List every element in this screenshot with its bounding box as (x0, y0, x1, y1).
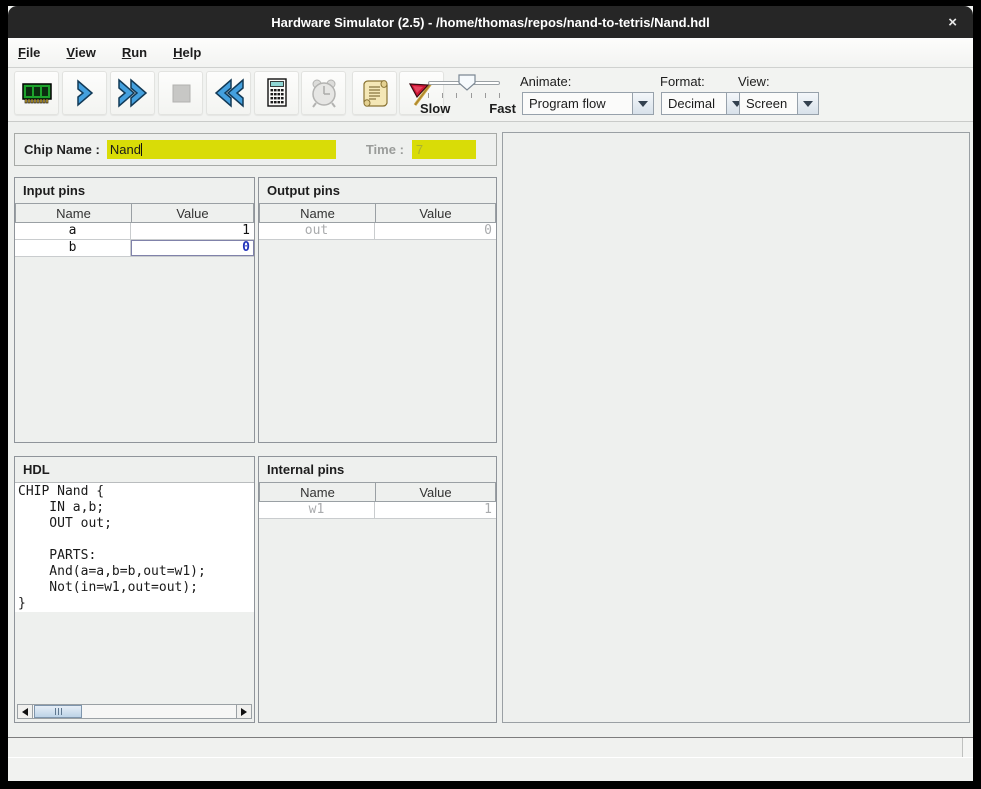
hdl-horizontal-scrollbar[interactable] (17, 704, 252, 719)
input-pins-header: Name Value (15, 203, 254, 223)
input-pins-panel: Input pins Name Value a 1 b 0 (14, 177, 255, 443)
screen-panel (502, 132, 970, 723)
column-header-value: Value (375, 482, 496, 502)
app-window: Hardware Simulator (2.5) - /home/thomas/… (8, 6, 973, 781)
chevron-down-icon (638, 101, 648, 107)
internal-pins-header: Name Value (259, 482, 496, 502)
internal-pins-panel: Internal pins Name Value w1 1 (258, 456, 497, 723)
column-header-name: Name (259, 203, 375, 223)
reset-button[interactable] (206, 71, 251, 115)
calculator-icon (260, 76, 294, 110)
column-header-value: Value (375, 203, 496, 223)
status-bar-grip (962, 738, 973, 757)
chip-name-input[interactable]: Nand (107, 140, 336, 159)
table-row: out 0 (259, 223, 496, 240)
output-pins-title: Output pins (259, 178, 496, 203)
format-value: Decimal (662, 93, 726, 114)
column-header-name: Name (15, 203, 131, 223)
double-chevron-right-icon (115, 77, 151, 109)
menu-bar: File View Run Help (8, 38, 973, 68)
single-step-button[interactable] (62, 71, 107, 115)
column-header-value: Value (131, 203, 254, 223)
time-label: Time : (366, 142, 404, 157)
chevron-down-icon (803, 101, 813, 107)
run-button[interactable] (110, 71, 155, 115)
status-bar (8, 737, 973, 758)
memory-chip-icon (20, 76, 54, 110)
format-label: Format: (660, 74, 705, 89)
menu-item-view[interactable]: View (66, 45, 95, 60)
double-chevron-left-icon (211, 77, 247, 109)
view-label: View: (738, 74, 770, 89)
eval-button[interactable] (254, 71, 299, 115)
speed-slider: Slow Fast (420, 72, 516, 118)
table-row: b 0 (15, 240, 254, 257)
hdl-title: HDL (15, 457, 254, 482)
triangle-left-icon (22, 708, 28, 716)
menu-item-run[interactable]: Run (122, 45, 147, 60)
view-select[interactable]: Screen (739, 92, 819, 115)
pin-value: 1 (375, 502, 496, 519)
scroll-right-button[interactable] (236, 705, 251, 718)
pin-name: a (15, 223, 131, 240)
input-pins-title: Input pins (15, 178, 254, 203)
clock-button[interactable] (301, 71, 346, 115)
column-header-name: Name (259, 482, 375, 502)
pin-value-editing[interactable]: 0 (131, 240, 254, 257)
toolbar: Slow Fast Animate: Program flow Format: … (8, 68, 973, 122)
hdl-panel: HDL CHIP Nand { IN a,b; OUT out; PARTS: … (14, 456, 255, 723)
pin-name: w1 (259, 502, 375, 519)
time-field: 7 (412, 140, 476, 159)
chip-name-bar: Chip Name : Nand Time : 7 (14, 133, 497, 166)
menu-item-help[interactable]: Help (173, 45, 201, 60)
alarm-clock-icon (307, 76, 341, 110)
gray-square-icon (165, 77, 197, 109)
animate-value: Program flow (523, 93, 632, 114)
animate-dropdown-button[interactable] (632, 93, 653, 114)
view-value: Screen (740, 93, 797, 114)
menu-item-file[interactable]: File (18, 45, 40, 60)
output-pins-header: Name Value (259, 203, 496, 223)
scroll-left-button[interactable] (18, 705, 33, 718)
window-title: Hardware Simulator (2.5) - /home/thomas/… (271, 15, 709, 30)
scroll-icon (358, 76, 392, 110)
output-pins-panel: Output pins Name Value out 0 (258, 177, 497, 443)
view-hdl-button[interactable] (352, 71, 397, 115)
triangle-right-icon (241, 708, 247, 716)
hdl-code-view: CHIP Nand { IN a,b; OUT out; PARTS: And(… (15, 482, 254, 612)
table-row: a 1 (15, 223, 254, 240)
pin-value: 0 (375, 223, 496, 240)
chip-name-label: Chip Name : (24, 142, 100, 157)
slider-slow-label: Slow (420, 101, 450, 116)
scrollbar-thumb[interactable] (34, 705, 82, 718)
animate-label: Animate: (520, 74, 571, 89)
slider-fast-label: Fast (489, 101, 516, 116)
stop-button[interactable] (158, 71, 203, 115)
animate-select[interactable]: Program flow (522, 92, 654, 115)
pin-value[interactable]: 1 (131, 223, 254, 240)
format-select[interactable]: Decimal (661, 92, 748, 115)
text-cursor (141, 143, 142, 156)
internal-pins-title: Internal pins (259, 457, 496, 482)
chevron-right-icon (69, 77, 101, 109)
pin-name: b (15, 240, 131, 257)
view-dropdown-button[interactable] (797, 93, 818, 114)
title-bar: Hardware Simulator (2.5) - /home/thomas/… (8, 6, 973, 38)
slider-ticks (428, 93, 500, 98)
load-chip-button[interactable] (14, 71, 59, 115)
pin-name: out (259, 223, 375, 240)
close-button[interactable]: × (948, 14, 957, 31)
hdl-code-text: CHIP Nand { IN a,b; OUT out; PARTS: And(… (15, 483, 254, 613)
table-row: w1 1 (259, 502, 496, 519)
